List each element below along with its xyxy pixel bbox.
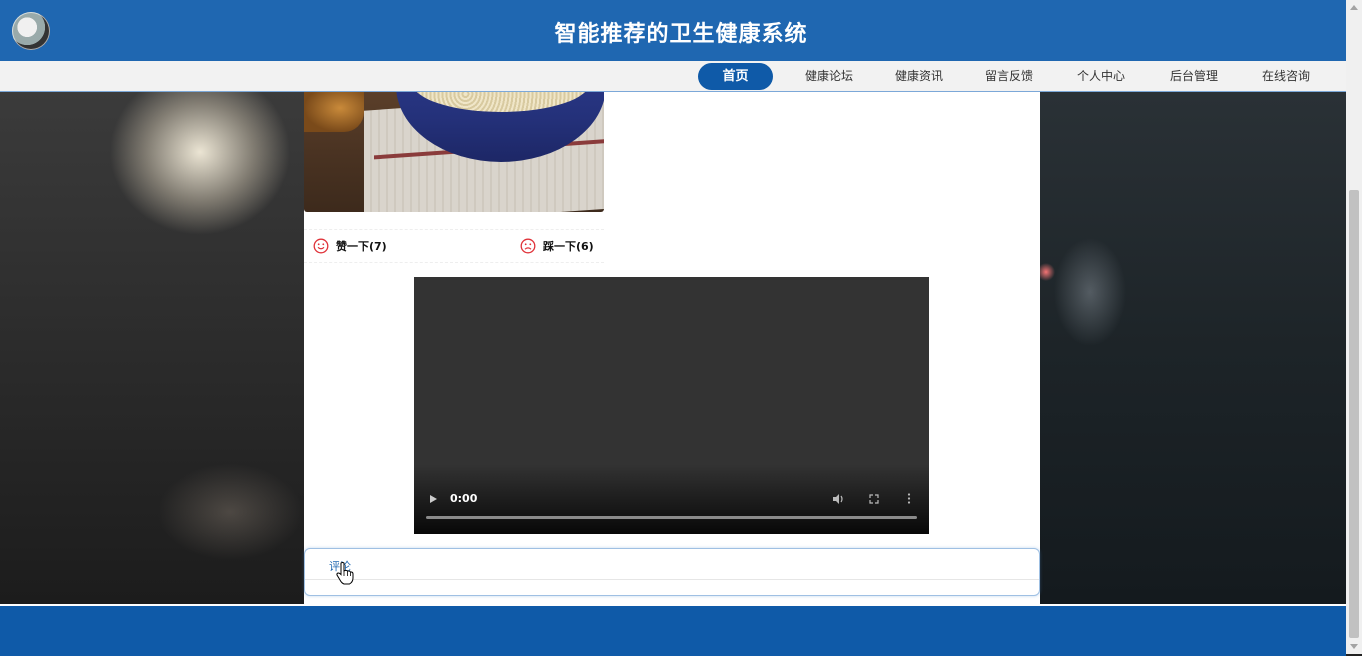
- video-player[interactable]: 0:00: [414, 277, 929, 534]
- divider: [305, 579, 1039, 580]
- site-title: 智能推荐的卫生健康系统: [554, 22, 808, 47]
- top-nav: 首页 健康论坛 健康资讯 留言反馈 个人中心 后台管理 在线咨询: [0, 61, 1346, 92]
- nav-item-consult[interactable]: 在线咨询: [1262, 61, 1310, 91]
- nav-item-home[interactable]: 首页: [698, 63, 773, 90]
- hand-cursor-icon: [336, 562, 354, 585]
- nav-item-forum[interactable]: 健康论坛: [805, 61, 853, 91]
- fullscreen-icon[interactable]: [869, 494, 879, 504]
- nav-item-feedback[interactable]: 留言反馈: [985, 61, 1033, 91]
- vote-bar: 赞一下(7) 踩一下(6): [304, 229, 604, 263]
- background-right: [1040, 92, 1346, 604]
- more-options-icon[interactable]: [907, 493, 911, 504]
- play-icon[interactable]: [428, 494, 438, 504]
- nav-item-news[interactable]: 健康资讯: [895, 61, 943, 91]
- site-footer: [0, 604, 1346, 656]
- frown-icon: [520, 238, 536, 254]
- video-controls: 0:00: [414, 464, 929, 534]
- like-label: 赞一下(7): [336, 240, 387, 253]
- comment-section: 评论: [304, 548, 1040, 596]
- video-time: 0:00: [450, 492, 478, 505]
- scroll-down-icon[interactable]: [1350, 644, 1358, 649]
- like-button[interactable]: 赞一下(7): [313, 236, 387, 256]
- article-image: [304, 92, 604, 212]
- page-scrollbar[interactable]: [1346, 0, 1362, 654]
- article-content: 赞一下(7) 踩一下(6) 0:00 评论: [304, 92, 1040, 604]
- volume-icon[interactable]: [832, 493, 845, 505]
- nav-item-user-center[interactable]: 个人中心: [1077, 61, 1125, 91]
- dislike-button[interactable]: 踩一下(6): [520, 236, 594, 256]
- scroll-thumb[interactable]: [1349, 190, 1359, 638]
- smile-icon: [313, 238, 329, 254]
- background-left: [0, 92, 304, 604]
- nav-item-admin[interactable]: 后台管理: [1170, 61, 1218, 91]
- video-progress-bar[interactable]: [426, 516, 917, 519]
- scroll-up-icon[interactable]: [1350, 5, 1358, 10]
- dislike-label: 踩一下(6): [543, 240, 594, 253]
